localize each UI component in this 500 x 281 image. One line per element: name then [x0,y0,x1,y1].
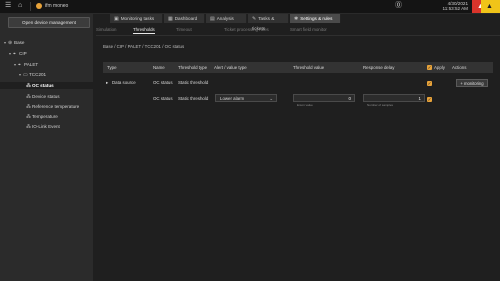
divider [30,2,31,11]
column-header: Apply [434,65,445,70]
tree-item-label: Base [14,40,25,45]
column-header: Type [107,65,117,70]
tree-item-label: PALET [24,62,39,67]
threshold-type-cell: Static threshold [178,96,209,101]
column-header: Name [153,65,165,70]
tree-item-label: Temperature [32,114,58,119]
column-header: Response delay [363,65,395,70]
column-header: Actions [452,65,467,70]
warning-alarms-button[interactable]: ▲ [481,0,500,13]
tab-label: Analysis [216,16,234,21]
settings-icon: ✱ [294,16,299,22]
tree-item-palet[interactable]: ▾ ⌖ PALET [0,61,107,68]
chevron-down-icon: ⌄ [269,96,273,101]
column-header: Alert / value type [214,65,247,70]
tree-item-label: CIP [19,51,27,56]
subtab-ticket-processing-rules[interactable]: Ticket processing rules [224,26,269,33]
expand-caret[interactable]: ▸ [106,80,108,86]
tree-item-reference-temperature[interactable]: ⁂Reference temperature [0,103,119,110]
tab-settings-rules[interactable]: ✱ Settings & rules [290,14,341,23]
column-header: Threshold type [178,65,208,70]
subtab-thresholds[interactable]: Thresholds [133,26,155,34]
tasks-icon: ✎ [252,16,257,22]
analysis-icon: ▤ [210,16,215,22]
response-delay-unit: Number of samples [367,103,394,107]
tree-item-io-link-event[interactable]: ⁂IO-Link Event [0,123,119,130]
name-cell: OC status [153,80,173,85]
tree-item-oc-status[interactable]: ⁂OC status [0,82,119,89]
response-delay-input[interactable]: 1 [363,94,425,102]
tree-item-temperature[interactable]: ⁂Temperature [0,113,119,120]
clock: 4/30/2021 11:53:52 AM [420,1,468,11]
tree-item-base[interactable]: ▾ ⊕ Base [0,39,97,46]
home-icon[interactable]: ⌂ [18,2,22,10]
threshold-value-input[interactable]: 0 [293,94,355,102]
dashboard-icon: ▦ [168,16,173,22]
tree-item-label: OC status [32,83,54,88]
tree-item-label: Device status [32,94,60,99]
warning-alarm-icon: ▲ [486,3,493,10]
breadcrumb: Base / CIP / PALET / TCC201 / OC status [103,44,185,49]
name-cell: OC status [153,96,173,101]
tab-label: Settings & rules [300,16,333,21]
main-tabs: ▣ Monitoring tasks ▦ Dashboard ▤ Analysis ✎… [96,14,500,31]
column-header: Threshold value [293,65,325,70]
tab-label: Dashboard [174,16,198,21]
table-row: ▸ Data source OC status Static threshold… [103,76,493,90]
brand-name: ifm moneo [45,3,69,9]
subtab-smart-field-monitor[interactable]: Smart field monitor [290,26,327,33]
apply-all-checkbox[interactable]: ✓ [427,65,432,70]
threshold-type-cell: Static threshold [178,80,209,85]
open-device-management-button[interactable]: Open device management [8,17,90,28]
subtab-timeout[interactable]: Timeout [176,26,192,33]
alert-type-value: Lower alarm [220,96,245,101]
tree-item-label: IO-Link Event [32,124,60,129]
table-header: Type Name Threshold type Alert / value t… [103,62,493,73]
top-bar: ☰ ⌂ ifm moneo ⓪ 4/30/2021 11:53:52 AM ▲ … [0,0,500,14]
tree-item-cip[interactable]: ▾ ⌖ CIP [0,50,102,57]
tree-item-label: Reference temperature [32,104,80,109]
alert-type-select[interactable]: Lower alarm ⌄ [215,94,277,102]
tab-analysis[interactable]: ▤ Analysis [206,14,247,23]
tab-tasks-tickets[interactable]: ✎ Tasks & tickets [248,14,289,31]
tree-item-tcc201[interactable]: ▾ ▭TCC201 [0,71,112,78]
time-text: 11:53:52 AM [442,6,468,11]
threshold-unit: Enum value [297,103,313,107]
brand-logo [36,3,42,9]
apply-checkbox[interactable]: ✓ [427,81,432,86]
monitor-icon: ▣ [114,16,119,22]
tree-item-device-status[interactable]: ⁂Device status [0,93,119,100]
tab-dashboard[interactable]: ▦ Dashboard [164,14,205,23]
tree-item-label: TCC201 [29,72,47,77]
add-monitoring-label: monitoring [464,81,484,86]
table-row: OC status Static threshold Lower alarm ⌄… [103,92,493,110]
type-cell: Data source [112,80,136,85]
sidebar: Open device management ▾ ⊕ Base ▾ ⌖ CIP ▾ ⌖ PA… [0,14,119,281]
apply-checkbox[interactable]: ✓ [427,97,432,102]
tab-monitoring-tasks[interactable]: ▣ Monitoring tasks [110,14,163,23]
add-monitoring-button[interactable]: + monitoring [456,79,488,87]
help-icon[interactable]: ⓪ [395,2,402,10]
subtab-simulation[interactable]: Simulation [96,26,117,33]
tab-label: Monitoring tasks [120,16,155,21]
sub-tabs: Simulation Thresholds Timeout Ticket pro… [96,25,500,36]
menu-icon[interactable]: ☰ [5,2,11,10]
